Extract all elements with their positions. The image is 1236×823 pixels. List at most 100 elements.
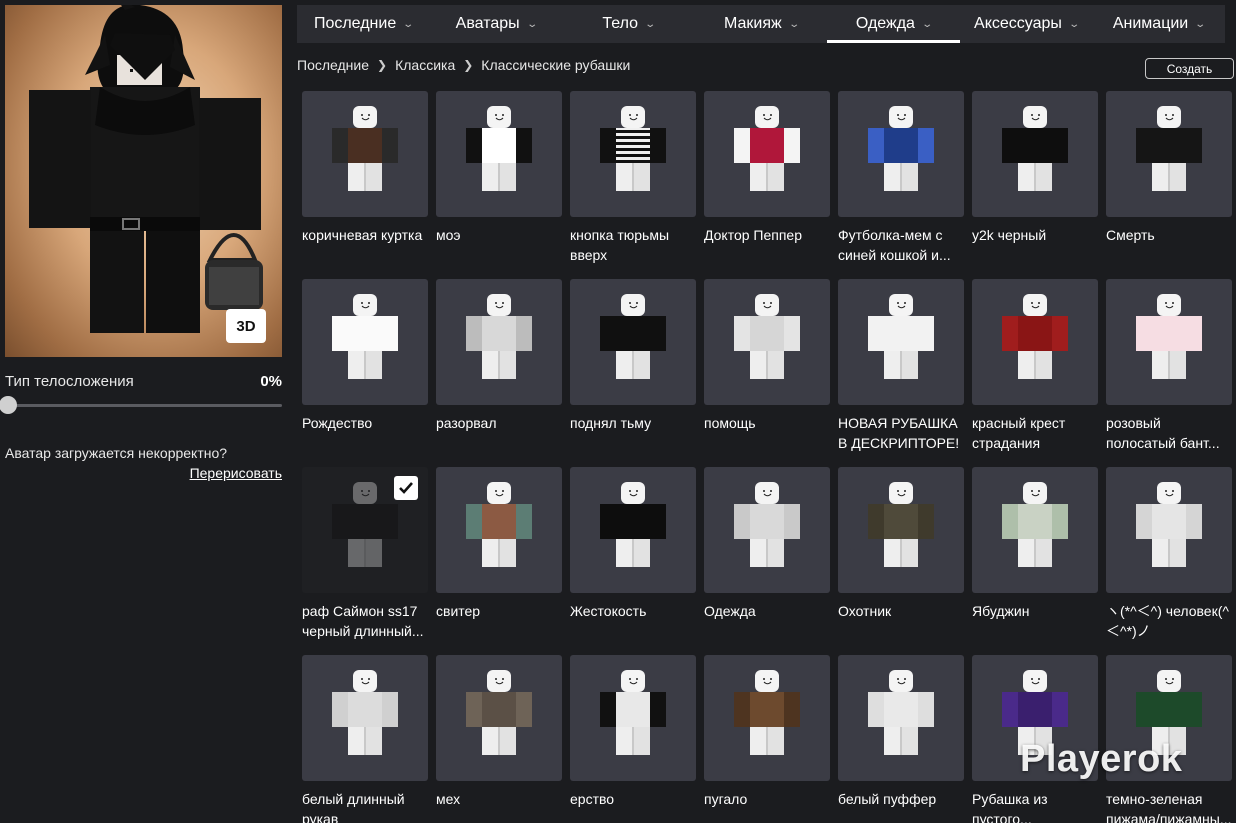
shirt-preview-figure — [704, 655, 830, 781]
item-thumbnail — [436, 91, 562, 217]
item-name: красный крест страдания — [972, 415, 1066, 451]
item-card[interactable]: y2k черный — [972, 91, 1098, 279]
tab-label: Тело — [602, 15, 639, 32]
item-card[interactable]: свитер — [436, 467, 562, 655]
item-thumbnail — [1106, 279, 1232, 405]
chevron-down-icon: ⌄ — [1194, 18, 1207, 30]
tab-label: Анимации — [1112, 15, 1189, 32]
shirt-preview-figure — [838, 467, 964, 593]
item-name: пугало — [704, 791, 748, 807]
tab-2[interactable]: Тело ⌄ — [562, 5, 695, 43]
chevron-down-icon: ⌄ — [644, 18, 657, 30]
item-name: Доктор Пеппер — [704, 227, 803, 243]
item-card[interactable]: Одежда — [704, 467, 830, 655]
view-3d-button[interactable]: 3D — [226, 309, 266, 343]
item-card[interactable]: розовый полосатый бант... — [1106, 279, 1232, 467]
item-name: розовый полосатый бант... — [1106, 415, 1220, 451]
tab-1[interactable]: Аватары ⌄ — [430, 5, 563, 43]
breadcrumb-item[interactable]: Классика — [395, 57, 455, 73]
category-tabs: Последние ⌄ Аватары ⌄ Тело ⌄ Макияж ⌄ Одежда ⌄ Акс… — [297, 5, 1225, 43]
shirt-preview-figure — [570, 467, 696, 593]
create-button[interactable]: Создать — [1145, 58, 1234, 79]
item-card[interactable]: белый длинный рукав — [302, 655, 428, 823]
shirt-preview-figure — [1106, 91, 1232, 217]
shirt-preview-figure — [436, 655, 562, 781]
tab-label: Аватары — [455, 15, 520, 32]
item-thumbnail — [436, 467, 562, 593]
shirt-preview-figure — [704, 279, 830, 405]
item-name: Одежда — [704, 603, 756, 619]
item-name: моэ — [436, 227, 461, 243]
tab-0[interactable]: Последние ⌄ — [297, 5, 430, 43]
item-thumbnail — [570, 655, 696, 781]
breadcrumb-item[interactable]: Последние — [297, 57, 369, 73]
shirt-preview-figure — [1106, 279, 1232, 405]
body-type-slider-track[interactable] — [5, 404, 282, 407]
item-card[interactable]: кнопка тюрьмы вверх — [570, 91, 696, 279]
item-card[interactable]: помощь — [704, 279, 830, 467]
item-card[interactable]: моэ — [436, 91, 562, 279]
shirt-preview-figure — [302, 655, 428, 781]
item-name: Охотник — [838, 603, 892, 619]
item-card[interactable]: Рождество — [302, 279, 428, 467]
chevron-down-icon: ⌄ — [1068, 18, 1080, 30]
redraw-link[interactable]: Перерисовать — [190, 465, 282, 481]
chevron-right-icon: ❯ — [377, 58, 388, 72]
shirt-preview-figure — [838, 655, 964, 781]
item-thumbnail — [704, 279, 830, 405]
tab-4[interactable]: Одежда ⌄ — [827, 5, 960, 43]
avatar-warning-text: Аватар загружается некорректно? — [5, 445, 228, 461]
item-name: Жестокость — [570, 603, 647, 619]
item-thumbnail — [1106, 91, 1232, 217]
item-name: свитер — [436, 603, 481, 619]
item-card[interactable]: разорвал — [436, 279, 562, 467]
item-name: Рождество — [302, 415, 373, 431]
breadcrumb: Последние ❯ Классика ❯ Классические рубашки — [297, 57, 630, 73]
avatar-figure — [29, 5, 263, 333]
item-card[interactable]: Футболка-мем с синей кошкой и... — [838, 91, 964, 279]
tab-6[interactable]: Анимации ⌄ — [1092, 5, 1225, 43]
item-card[interactable]: раф Саймон ss17 черный длинный... — [302, 467, 428, 655]
shirt-preview-figure — [838, 91, 964, 217]
item-card[interactable]: мех — [436, 655, 562, 823]
shirt-preview-figure — [570, 279, 696, 405]
item-card[interactable]: Охотник — [838, 467, 964, 655]
item-thumbnail — [972, 467, 1098, 593]
tab-3[interactable]: Макияж ⌄ — [695, 5, 828, 43]
item-name: мех — [436, 791, 461, 807]
watermark-logo: Playerok — [1020, 738, 1183, 780]
body-type-value: 0% — [260, 373, 282, 390]
item-name: ерство — [570, 791, 615, 807]
item-card[interactable]: Ябуджин — [972, 467, 1098, 655]
item-card[interactable]: белый пуффер — [838, 655, 964, 823]
item-card[interactable]: красный крест страдания — [972, 279, 1098, 467]
tab-label: Последние — [313, 15, 397, 32]
item-card[interactable]: пугало — [704, 655, 830, 823]
body-type-slider-thumb[interactable] — [0, 396, 17, 414]
tab-5[interactable]: Аксессуары ⌄ — [960, 5, 1093, 43]
item-card[interactable]: коричневая куртка — [302, 91, 428, 279]
shirt-preview-figure — [302, 279, 428, 405]
item-card[interactable]: ヽ(*^＜^) человек(^＜^*)ノ — [1106, 467, 1232, 655]
item-card[interactable]: НОВАЯ РУБАШКА В ДЕСКРИПТОРЕ! — [838, 279, 964, 467]
item-thumbnail — [972, 279, 1098, 405]
item-thumbnail — [838, 279, 964, 405]
item-thumbnail — [570, 91, 696, 217]
item-thumbnail — [704, 91, 830, 217]
shirt-preview-figure — [570, 655, 696, 781]
item-name: раф Саймон ss17 черный длинный... — [302, 603, 424, 639]
item-thumbnail — [1106, 467, 1232, 593]
avatar-preview[interactable]: 3D — [5, 5, 282, 357]
item-name: y2k черный — [972, 227, 1047, 243]
item-name: Смерть — [1106, 227, 1155, 243]
item-card[interactable]: Жестокость — [570, 467, 696, 655]
item-name: белый пуффер — [838, 791, 937, 807]
shirt-preview-figure — [302, 91, 428, 217]
item-thumbnail — [302, 279, 428, 405]
item-card[interactable]: ерство — [570, 655, 696, 823]
item-card[interactable]: Доктор Пеппер — [704, 91, 830, 279]
item-card[interactable]: Смерть — [1106, 91, 1232, 279]
item-card[interactable]: поднял тьму — [570, 279, 696, 467]
item-thumbnail — [570, 467, 696, 593]
shirt-preview-figure — [704, 91, 830, 217]
